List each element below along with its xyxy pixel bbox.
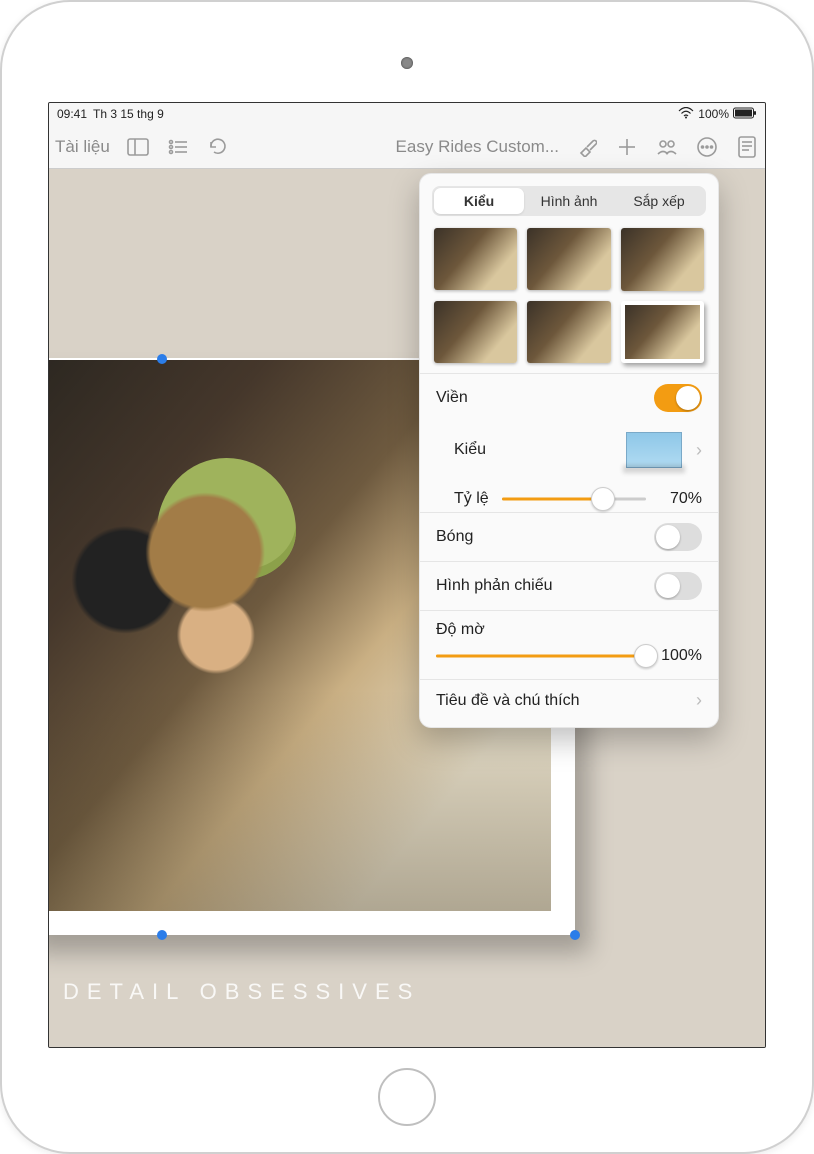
border-style-swatch	[626, 432, 682, 468]
style-preset-5[interactable]	[527, 301, 610, 363]
battery-percent: 100%	[698, 107, 729, 121]
border-style-label: Kiểu	[454, 441, 486, 459]
shadow-toggle[interactable]	[654, 523, 702, 551]
format-tabs: Kiểu Hình ảnh Sắp xếp	[432, 186, 706, 216]
border-scale-slider[interactable]	[502, 488, 646, 510]
collaborate-icon[interactable]	[655, 135, 679, 159]
border-style-row[interactable]: Kiểu ›	[420, 422, 718, 478]
shadow-label: Bóng	[436, 528, 473, 546]
status-bar: 09:41 Th 3 15 thg 9 100%	[49, 103, 765, 125]
home-button[interactable]	[378, 1068, 436, 1126]
style-preset-4[interactable]	[434, 301, 517, 363]
border-scale-row: Tỷ lệ 70%	[420, 478, 718, 512]
more-icon[interactable]	[695, 135, 719, 159]
caption-text: DETAIL OBSESSIVES	[63, 979, 420, 1005]
border-label: Viền	[436, 389, 468, 407]
format-popover: Kiểu Hình ảnh Sắp xếp Viền Kiểu	[419, 173, 719, 728]
title-caption-label: Tiêu đề và chú thích	[436, 692, 580, 710]
opacity-label: Độ mờ	[436, 621, 485, 639]
opacity-slider[interactable]	[436, 645, 646, 667]
border-toggle[interactable]	[654, 384, 702, 412]
insert-plus-icon[interactable]	[615, 135, 639, 159]
document-title[interactable]: Easy Rides Custom...	[396, 137, 559, 157]
selection-handle-bottom-left[interactable]	[157, 930, 167, 940]
reader-view-icon[interactable]	[735, 135, 759, 159]
shadow-row: Bóng	[420, 512, 718, 561]
style-preset-1[interactable]	[434, 228, 517, 290]
reflection-label: Hình phản chiếu	[436, 577, 553, 595]
sidebar-toggle-icon[interactable]	[126, 135, 150, 159]
border-scale-label: Tỷ lệ	[454, 490, 489, 508]
tab-arrange[interactable]: Sắp xếp	[614, 188, 704, 214]
battery-icon	[733, 107, 757, 122]
border-row: Viền	[420, 373, 718, 422]
style-presets-grid	[420, 228, 718, 373]
documents-back-button[interactable]: Tài liệu	[55, 137, 110, 157]
status-date: Th 3 15 thg 9	[93, 107, 164, 121]
front-camera	[401, 57, 413, 69]
style-preset-6[interactable]	[621, 301, 704, 364]
chevron-right-icon: ›	[696, 440, 702, 461]
format-brush-icon[interactable]	[575, 135, 599, 159]
tab-style[interactable]: Kiểu	[434, 188, 524, 214]
opacity-slider-row: 100%	[420, 641, 718, 679]
selection-handle-bottom-right[interactable]	[570, 930, 580, 940]
undo-icon[interactable]	[206, 135, 230, 159]
border-scale-value: 70%	[656, 490, 702, 508]
opacity-label-row: Độ mờ	[420, 610, 718, 641]
reflection-row: Hình phản chiếu	[420, 561, 718, 610]
title-caption-row[interactable]: Tiêu đề và chú thích ›	[420, 679, 718, 721]
reflection-toggle[interactable]	[654, 572, 702, 600]
tab-image[interactable]: Hình ảnh	[524, 188, 614, 214]
outline-icon[interactable]	[166, 135, 190, 159]
chevron-right-icon: ›	[696, 690, 702, 711]
wifi-icon	[678, 107, 694, 122]
status-time: 09:41	[57, 107, 87, 121]
toolbar: Tài liệu Easy Rides Custom...	[49, 125, 765, 169]
opacity-value: 100%	[656, 647, 702, 665]
selection-handle-top[interactable]	[157, 354, 167, 364]
style-preset-2[interactable]	[527, 228, 610, 290]
style-preset-3[interactable]	[621, 228, 704, 291]
